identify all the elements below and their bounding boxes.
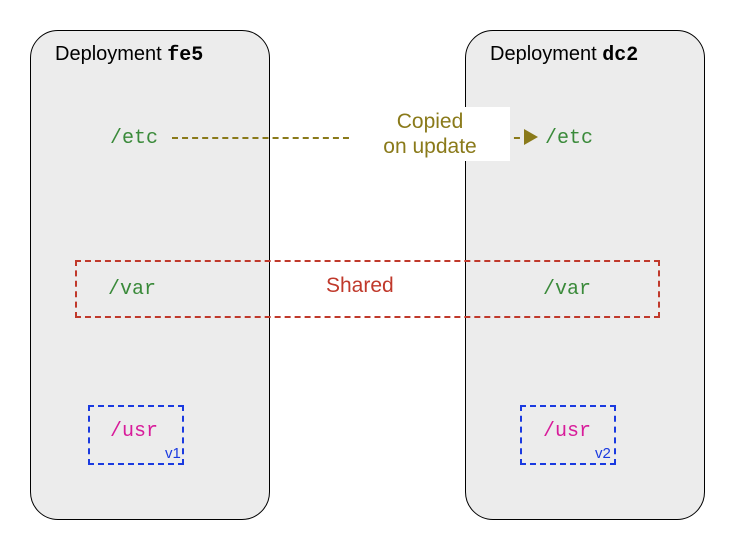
path-var-left: /var xyxy=(108,278,156,301)
copied-label: Copied on update xyxy=(350,107,510,161)
shared-label: Shared xyxy=(326,274,394,298)
deployment-title-prefix-right: Deployment xyxy=(490,43,602,65)
copied-line2: on update xyxy=(383,135,476,158)
path-etc-left: /etc xyxy=(110,127,158,150)
path-usr-right: /usr xyxy=(543,420,591,443)
deployment-title-right: Deployment dc2 xyxy=(490,43,638,67)
deployment-title-prefix-left: Deployment xyxy=(55,43,167,65)
path-etc-right: /etc xyxy=(545,127,593,150)
deployment-title-left: Deployment fe5 xyxy=(55,43,203,67)
usr-version-right: v2 xyxy=(595,445,611,462)
path-usr-left: /usr xyxy=(110,420,158,443)
path-var-right: /var xyxy=(543,278,591,301)
copied-arrow-head-icon xyxy=(524,129,538,145)
usr-version-left: v1 xyxy=(165,445,181,462)
deployment-code-left: fe5 xyxy=(167,44,203,67)
deployment-code-right: dc2 xyxy=(602,44,638,67)
copied-line1: Copied xyxy=(397,110,464,133)
